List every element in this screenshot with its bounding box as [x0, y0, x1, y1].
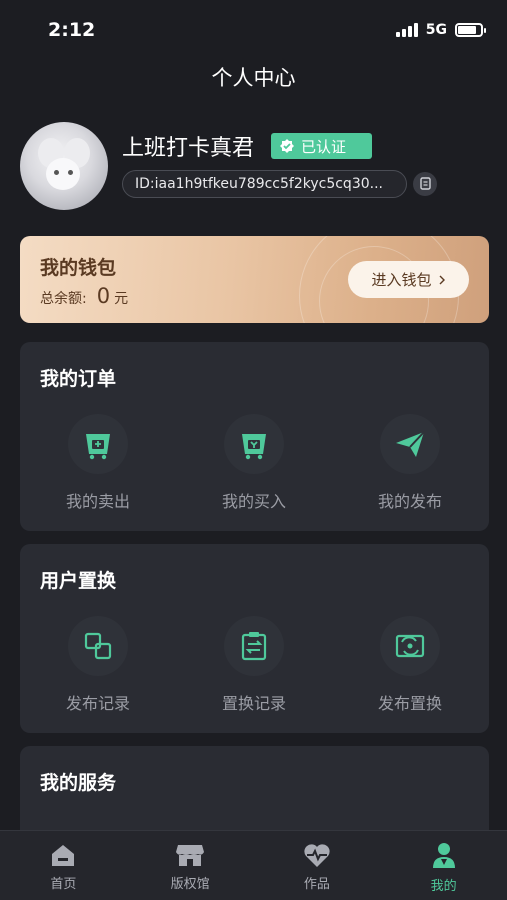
tab-works-label: 作品 — [303, 877, 330, 892]
order-label-sell: 我的卖出 — [65, 492, 130, 511]
order-label-publish: 我的发布 — [377, 492, 442, 511]
tab-mine[interactable]: 我的 — [380, 831, 507, 900]
exchange-icon — [380, 616, 440, 676]
exchange-label-publish: 发布置换 — [377, 694, 442, 713]
battery-icon — [455, 23, 486, 37]
clipboard-swap-icon — [224, 616, 284, 676]
verified-icon — [280, 139, 294, 153]
username: 上班打卡真君 — [122, 136, 255, 161]
store-icon — [176, 845, 205, 866]
send-icon — [380, 414, 440, 474]
copy-id-button[interactable] — [413, 172, 437, 196]
user-id: ID:iaa1h9tfkeu789cc5f2kyc5cq30... — [122, 170, 407, 198]
order-item-buy[interactable]: 我的买入 — [176, 414, 332, 512]
order-label-buy: 我的买入 — [221, 492, 286, 511]
tab-copyright[interactable]: 版权馆 — [127, 831, 254, 900]
exchange-item-records[interactable]: 发布记录 — [20, 616, 176, 714]
cart-buy-icon — [224, 414, 284, 474]
network-type: 5G — [425, 22, 447, 38]
tab-home-label: 首页 — [50, 877, 77, 892]
cart-sell-icon — [68, 414, 128, 474]
heart-pulse-icon — [304, 844, 330, 867]
tab-bar: 首页 版权馆 作品 我的 — [0, 830, 507, 900]
signal-icon — [395, 23, 418, 37]
balance-label: 总余额: — [40, 291, 87, 307]
home-icon — [52, 845, 75, 866]
profile-section: 上班打卡真君 已认证 ID:iaa1h9tfkeu789cc5f2kyc5cq3… — [20, 122, 490, 212]
tab-copyright-label: 版权馆 — [170, 877, 210, 892]
order-item-publish[interactable]: 我的发布 — [332, 414, 488, 512]
exchange-title: 用户置换 — [40, 570, 117, 592]
chevron-right-icon — [439, 275, 445, 284]
status-bar: 2:12 5G — [0, 0, 507, 60]
status-time: 2:12 — [48, 19, 96, 41]
copy-icon — [420, 177, 431, 190]
wallet-balance: 总余额: 0 元 — [40, 284, 128, 308]
enter-wallet-button[interactable]: 进入钱包 — [348, 261, 469, 298]
exchange-item-publish[interactable]: 发布置换 — [332, 616, 488, 714]
tab-home[interactable]: 首页 — [0, 831, 127, 900]
exchange-label-records: 发布记录 — [65, 694, 130, 713]
avatar[interactable] — [20, 122, 108, 210]
balance-currency: 元 — [114, 291, 129, 307]
wallet-card: 我的钱包 总余额: 0 元 进入钱包 — [20, 236, 489, 323]
tab-works[interactable]: 作品 — [254, 831, 381, 900]
status-indicators: 5G — [395, 22, 486, 38]
services-title: 我的服务 — [40, 772, 117, 794]
exchange-item-history[interactable]: 置换记录 — [176, 616, 332, 714]
verified-label: 已认证 — [301, 137, 347, 156]
verified-badge: 已认证 — [271, 133, 372, 159]
wallet-title: 我的钱包 — [40, 257, 117, 279]
person-icon — [432, 843, 455, 868]
squares-icon — [68, 616, 128, 676]
enter-wallet-label: 进入钱包 — [371, 271, 432, 289]
exchange-label-history: 置换记录 — [221, 694, 286, 713]
orders-title: 我的订单 — [40, 368, 117, 390]
order-item-sell[interactable]: 我的卖出 — [20, 414, 176, 512]
exchange-card: 用户置换 发布记录 置换记录 发布置换 — [20, 544, 489, 733]
tab-mine-label: 我的 — [430, 879, 457, 894]
balance-amount: 0 — [96, 284, 111, 308]
page-title: 个人中心 — [211, 66, 296, 90]
orders-card: 我的订单 我的卖出 我的买入 我的发布 — [20, 342, 489, 531]
